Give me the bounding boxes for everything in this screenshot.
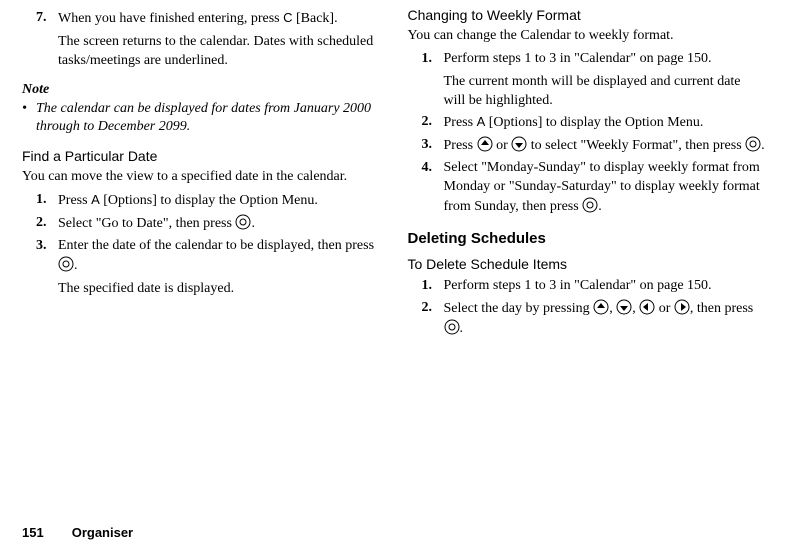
step-body: Press A [Options] to display the Option … [58, 191, 380, 211]
find-date-intro: You can move the view to a specified dat… [22, 168, 380, 187]
weekly-intro: You can change the Calendar to weekly fo… [408, 27, 766, 46]
key-a: A [91, 192, 100, 207]
text: Perform steps 1 to 3 in "Calendar" on pa… [444, 278, 712, 293]
down-button-icon [511, 136, 527, 152]
text: When you have finished entering, press [58, 11, 283, 26]
text: [Options] to display the Option Menu. [100, 193, 318, 208]
deleting-subheading: To Delete Schedule Items [408, 255, 766, 274]
page-number: 151 [22, 525, 44, 540]
step-7: 7. When you have finished entering, pres… [36, 9, 380, 71]
step-number: 2. [36, 214, 58, 234]
center-button-icon [235, 214, 251, 230]
weekly-step-2: 2. Press A [Options] to display the Opti… [422, 113, 766, 133]
text: [Options] to display the Option Menu. [485, 115, 703, 130]
weekly-step-3: 3. Press or to select "Weekly Format", t… [422, 136, 766, 156]
step-sub: The current month will be displayed and … [444, 73, 766, 111]
text: Press [58, 193, 91, 208]
text: . [251, 216, 255, 231]
left-column: 7. When you have finished entering, pres… [22, 6, 380, 342]
text: , [632, 301, 639, 316]
text: Select the day by pressing [444, 301, 594, 316]
step-sub: The screen returns to the calendar. Date… [58, 33, 380, 71]
text: Press [444, 138, 477, 153]
text: , [609, 301, 616, 316]
left-button-icon [639, 299, 655, 315]
center-button-icon [745, 136, 761, 152]
step-number: 3. [422, 136, 444, 156]
del-step-1: 1. Perform steps 1 to 3 in "Calendar" on… [422, 277, 766, 296]
center-button-icon [444, 319, 460, 335]
text: . [598, 199, 602, 214]
section-name: Organiser [72, 525, 133, 540]
step-number: 1. [422, 50, 444, 111]
step-body: Press A [Options] to display the Option … [444, 113, 766, 133]
text: . [74, 258, 78, 273]
weekly-step-1: 1. Perform steps 1 to 3 in "Calendar" on… [422, 50, 766, 111]
text: Perform steps 1 to 3 in "Calendar" on pa… [444, 51, 712, 66]
note-text: The calendar can be displayed for dates … [36, 100, 380, 138]
key-a: A [477, 114, 486, 129]
step-body: Enter the date of the calendar to be dis… [58, 237, 380, 299]
step-number: 2. [422, 299, 444, 339]
up-button-icon [593, 299, 609, 315]
step-number: 4. [422, 159, 444, 217]
right-button-icon [674, 299, 690, 315]
step-sub: The specified date is displayed. [58, 280, 380, 299]
page-footer: 151 Organiser [22, 524, 133, 542]
step-body: Press or to select "Weekly Format", then… [444, 136, 766, 156]
find-step-3: 3. Enter the date of the calendar to be … [36, 237, 380, 299]
right-column: Changing to Weekly Format You can change… [408, 6, 766, 342]
step-body: Select "Go to Date", then press . [58, 214, 380, 234]
weekly-heading: Changing to Weekly Format [408, 6, 766, 25]
find-step-2: 2. Select "Go to Date", then press . [36, 214, 380, 234]
note-heading: Note [22, 81, 380, 100]
step-body: Perform steps 1 to 3 in "Calendar" on pa… [444, 277, 766, 296]
text: or [493, 138, 512, 153]
step-body: Select the day by pressing , , or , then… [444, 299, 766, 339]
step-number: 3. [36, 237, 58, 299]
step-number: 2. [422, 113, 444, 133]
text: Select "Go to Date", then press [58, 216, 235, 231]
center-button-icon [58, 256, 74, 272]
text: . [460, 321, 464, 336]
text: to select "Weekly Format", then press [527, 138, 745, 153]
text: Press [444, 115, 477, 130]
step-number: 1. [422, 277, 444, 296]
del-step-2: 2. Select the day by pressing , , or , t… [422, 299, 766, 339]
up-button-icon [477, 136, 493, 152]
text: , then press [690, 301, 753, 316]
step-body: When you have finished entering, press C… [58, 9, 380, 71]
bullet: • [22, 100, 36, 138]
text: or [655, 301, 674, 316]
text: [Back]. [293, 11, 338, 26]
weekly-step-4: 4. Select "Monday-Sunday" to display wee… [422, 159, 766, 217]
text: Enter the date of the calendar to be dis… [58, 238, 374, 253]
key-c: C [283, 10, 292, 25]
note-item: • The calendar can be displayed for date… [22, 100, 380, 138]
down-button-icon [616, 299, 632, 315]
find-step-1: 1. Press A [Options] to display the Opti… [36, 191, 380, 211]
text: . [761, 138, 765, 153]
step-body: Perform steps 1 to 3 in "Calendar" on pa… [444, 50, 766, 111]
center-button-icon [582, 197, 598, 213]
step-number: 1. [36, 191, 58, 211]
step-body: Select "Monday-Sunday" to display weekly… [444, 159, 766, 217]
step-number: 7. [36, 9, 58, 71]
deleting-heading: Deleting Schedules [408, 229, 766, 249]
find-date-heading: Find a Particular Date [22, 147, 380, 166]
